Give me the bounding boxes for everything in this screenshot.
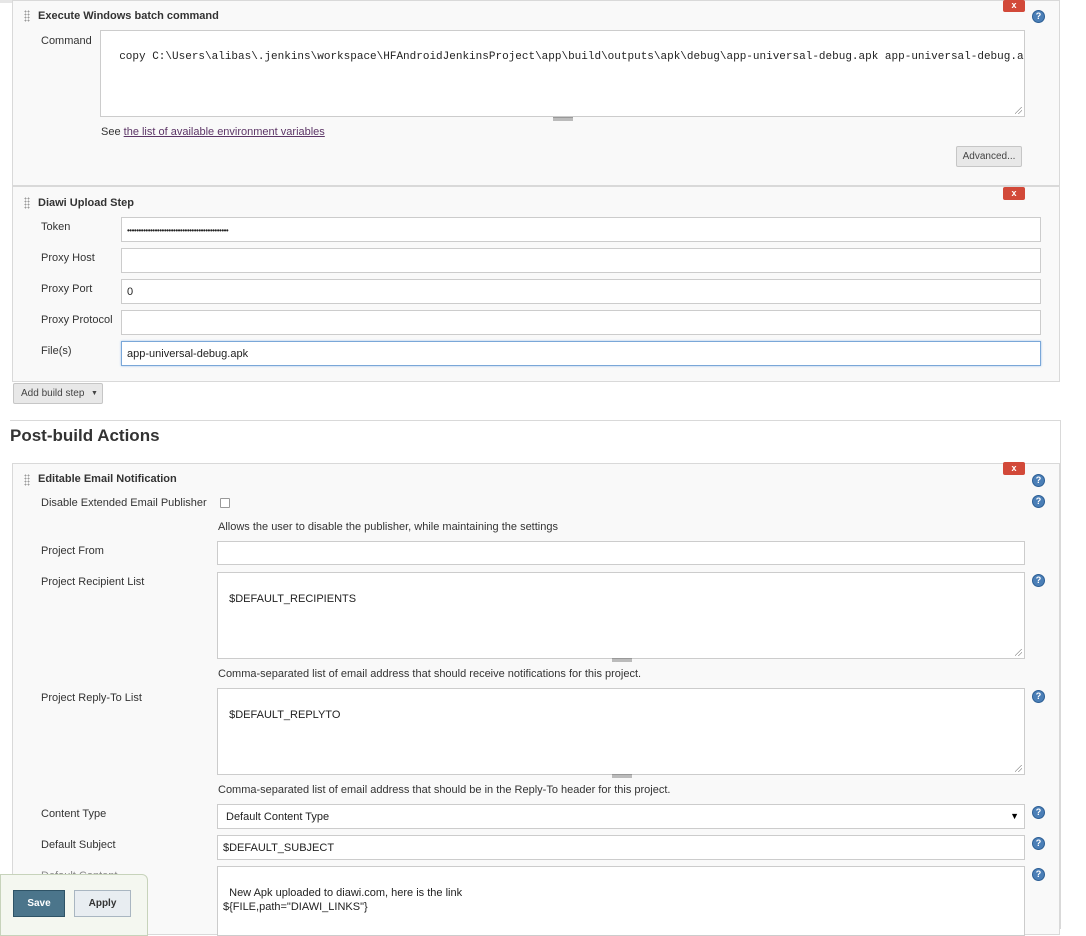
recipient-list-label: Project Recipient List [41,576,145,588]
drag-handle-icon[interactable] [24,474,30,486]
replyto-list-label: Project Reply-To List [41,692,142,704]
replyto-list-text: $DEFAULT_REPLYTO [229,709,341,721]
apply-button[interactable]: Apply [74,890,131,917]
add-build-step-button[interactable]: Add build step ▼ [13,383,103,404]
help-icon[interactable]: ? [1032,690,1045,703]
token-value: ••••••••••••••••••••••••••••••••••••••••… [127,226,229,235]
proxy-protocol-label: Proxy Protocol [41,314,113,326]
disable-publisher-desc: Allows the user to disable the publisher… [218,521,558,533]
delete-diawi-step-button[interactable]: x [1003,187,1025,200]
content-type-value: Default Content Type [226,811,330,823]
disable-publisher-checkbox[interactable] [220,498,230,508]
content-type-label: Content Type [41,808,107,820]
post-build-heading: Post-build Actions [10,426,160,445]
chevron-down-icon: ▼ [1010,811,1019,821]
default-content-textarea[interactable]: New Apk uploaded to diawi.com, here is t… [217,866,1025,936]
replyto-list-textarea[interactable]: $DEFAULT_REPLYTO [217,688,1025,775]
drag-handle-icon[interactable] [24,197,30,209]
heading-divider [10,420,1060,421]
token-field[interactable]: ••••••••••••••••••••••••••••••••••••••••… [121,217,1041,242]
add-build-step-label: Add build step [21,388,85,399]
help-icon[interactable]: ? [1032,868,1045,881]
help-icon[interactable]: ? [1032,806,1045,819]
save-button[interactable]: Save [13,890,65,917]
env-vars-link[interactable]: the list of available environment variab… [124,126,325,138]
replyto-list-desc: Comma-separated list of email address th… [218,784,671,796]
recipient-list-desc: Comma-separated list of email address th… [218,668,642,680]
files-label: File(s) [41,345,72,357]
delete-email-step-button[interactable]: x [1003,462,1025,475]
token-label: Token [41,221,71,233]
command-textarea[interactable]: copy C:\Users\alibas\.jenkins\workspace\… [100,30,1025,117]
delete-batch-step-button[interactable]: x [1003,0,1025,12]
right-divider [1060,420,1061,929]
scrollbar-track[interactable] [1072,0,1086,929]
help-icon[interactable]: ? [1032,495,1045,508]
email-step-title: Editable Email Notification [38,473,177,485]
files-field[interactable]: app-universal-debug.apk [121,341,1041,366]
recipient-list-text: $DEFAULT_RECIPIENTS [229,593,357,605]
project-from-label: Project From [41,545,104,557]
diawi-step-title: Diawi Upload Step [38,197,134,209]
textarea-expand-grip[interactable] [553,117,573,121]
help-icon[interactable]: ? [1032,10,1045,23]
default-subject-label: Default Subject [41,839,116,851]
content-type-select[interactable]: Default Content Type ▼ [217,804,1025,829]
env-vars-hint: See the list of available environment va… [101,126,325,138]
help-icon[interactable]: ? [1032,837,1045,850]
disable-publisher-label: Disable Extended Email Publisher [41,497,207,509]
resize-handle-icon[interactable] [1015,765,1022,772]
proxy-host-field[interactable] [121,248,1041,273]
default-content-text: New Apk uploaded to diawi.com, here is t… [223,887,463,913]
advanced-button[interactable]: Advanced... [956,146,1022,167]
see-prefix: See [101,126,121,138]
textarea-expand-grip[interactable] [612,774,632,778]
recipient-list-textarea[interactable]: $DEFAULT_RECIPIENTS [217,572,1025,659]
proxy-protocol-field[interactable] [121,310,1041,335]
default-subject-field[interactable]: $DEFAULT_SUBJECT [217,835,1025,860]
resize-handle-icon[interactable] [1015,107,1022,114]
proxy-port-label: Proxy Port [41,283,93,295]
project-from-field[interactable] [217,541,1025,565]
proxy-host-label: Proxy Host [41,252,95,264]
batch-command-title: Execute Windows batch command [38,10,219,22]
help-icon[interactable]: ? [1032,574,1045,587]
textarea-expand-grip[interactable] [612,658,632,662]
command-label: Command [41,35,92,47]
chevron-down-icon: ▼ [91,390,98,397]
drag-handle-icon[interactable] [24,10,30,22]
command-text: copy C:\Users\alibas\.jenkins\workspace\… [119,51,1025,63]
resize-handle-icon[interactable] [1015,649,1022,656]
help-icon[interactable]: ? [1032,474,1045,487]
proxy-port-field[interactable]: 0 [121,279,1041,304]
